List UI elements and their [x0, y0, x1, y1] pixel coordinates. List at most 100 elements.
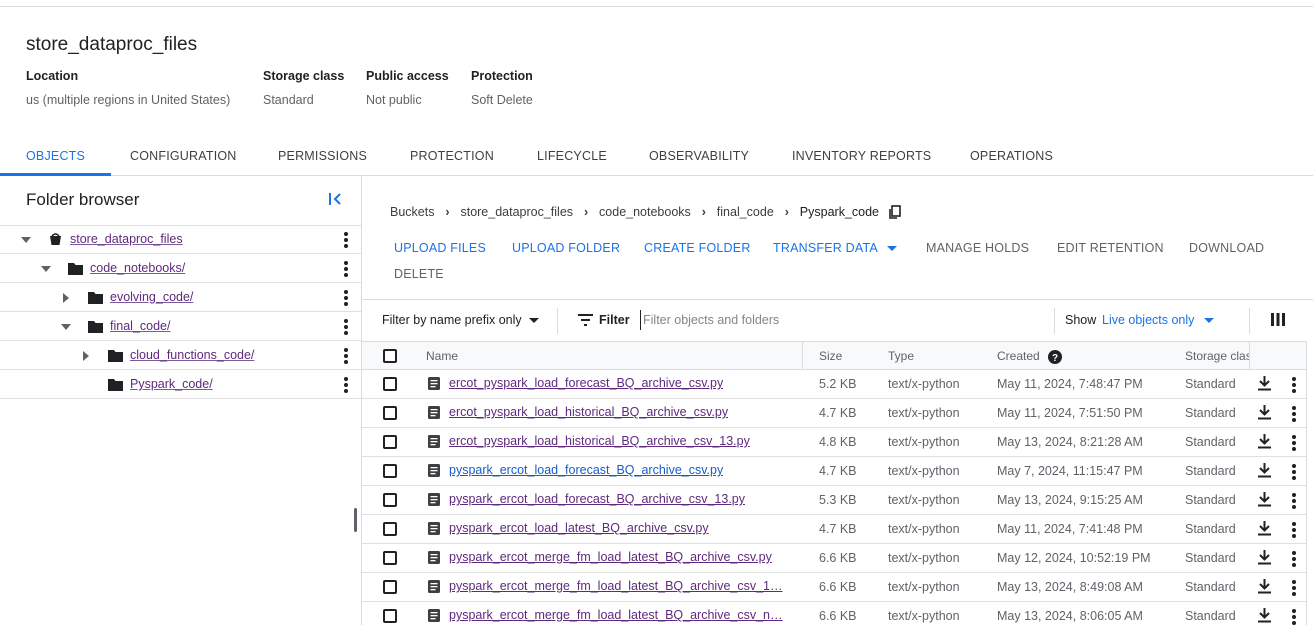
download-icon[interactable]	[1258, 434, 1271, 449]
column-header-type[interactable]: Type	[888, 349, 914, 363]
table-row[interactable]: pyspark_ercot_merge_fm_load_latest_BQ_ar…	[362, 544, 1306, 573]
transfer-data-button[interactable]: TRANSFER DATA	[773, 241, 897, 255]
tab-configuration[interactable]: CONFIGURATION	[130, 140, 237, 176]
tab-observability[interactable]: OBSERVABILITY	[649, 140, 749, 176]
column-header-size[interactable]: Size	[819, 349, 842, 363]
file-name-link[interactable]: pyspark_ercot_load_forecast_BQ_archive_c…	[449, 463, 723, 477]
copy-path-icon[interactable]	[888, 204, 902, 219]
row-checkbox[interactable]	[383, 435, 397, 449]
caret-right-icon[interactable]	[60, 292, 72, 304]
download-icon[interactable]	[1258, 463, 1271, 478]
tab-operations[interactable]: OPERATIONS	[970, 140, 1053, 176]
help-icon[interactable]: ?	[1048, 349, 1063, 364]
column-header-storage-class[interactable]: Storage clas	[1185, 349, 1249, 363]
caret-right-icon[interactable]	[80, 350, 92, 362]
tree-item-final-code[interactable]: final_code/	[0, 312, 361, 341]
row-checkbox[interactable]	[383, 464, 397, 478]
filter-mode-select[interactable]: Filter by name prefix only	[382, 313, 540, 327]
row-checkbox[interactable]	[383, 522, 397, 536]
select-all-checkbox[interactable]	[383, 349, 397, 363]
download-icon[interactable]	[1258, 579, 1271, 594]
more-options-icon[interactable]	[1292, 435, 1296, 451]
tree-item-evolving-code[interactable]: evolving_code/	[0, 283, 361, 312]
tree-item-pyspark-code[interactable]: Pyspark_code/	[0, 370, 361, 399]
more-options-icon[interactable]	[344, 261, 350, 277]
download-icon[interactable]	[1258, 550, 1271, 565]
caret-down-icon[interactable]	[40, 263, 52, 275]
download-icon[interactable]	[1258, 492, 1271, 507]
more-options-icon[interactable]	[1292, 406, 1296, 422]
tree-item-label[interactable]: final_code/	[110, 319, 170, 333]
file-name-link[interactable]: pyspark_ercot_load_latest_BQ_archive_csv…	[449, 521, 709, 535]
more-options-icon[interactable]	[1292, 522, 1296, 538]
row-checkbox[interactable]	[383, 377, 397, 391]
column-display-icon[interactable]	[1271, 313, 1285, 326]
file-name-link[interactable]: pyspark_ercot_merge_fm_load_latest_BQ_ar…	[449, 550, 772, 564]
tab-inventory-reports[interactable]: INVENTORY REPORTS	[792, 140, 931, 176]
edit-retention-button[interactable]: EDIT RETENTION	[1057, 241, 1164, 255]
breadcrumb-buckets[interactable]: Buckets	[390, 205, 434, 219]
filter-input[interactable]	[640, 310, 1030, 330]
more-options-icon[interactable]	[1292, 551, 1296, 567]
table-row[interactable]: ercot_pyspark_load_historical_BQ_archive…	[362, 399, 1306, 428]
download-icon[interactable]	[1258, 608, 1271, 623]
table-row[interactable]: ercot_pyspark_load_historical_BQ_archive…	[362, 428, 1306, 457]
more-options-icon[interactable]	[344, 290, 350, 306]
manage-holds-button[interactable]: MANAGE HOLDS	[926, 241, 1029, 255]
tree-item-label[interactable]: evolving_code/	[110, 290, 193, 304]
more-options-icon[interactable]	[1292, 580, 1296, 596]
tab-permissions[interactable]: PERMISSIONS	[278, 140, 367, 176]
tree-item-label[interactable]: store_dataproc_files	[70, 232, 183, 246]
tree-item-code-notebooks[interactable]: code_notebooks/	[0, 254, 361, 283]
tab-objects[interactable]: OBJECTS	[0, 140, 112, 176]
more-options-icon[interactable]	[1292, 609, 1296, 625]
file-name-link[interactable]: pyspark_ercot_load_forecast_BQ_archive_c…	[449, 492, 745, 506]
tab-protection[interactable]: PROTECTION	[410, 140, 494, 176]
file-name-link[interactable]: ercot_pyspark_load_historical_BQ_archive…	[449, 434, 750, 448]
tab-lifecycle[interactable]: LIFECYCLE	[537, 140, 607, 176]
table-row[interactable]: pyspark_ercot_load_latest_BQ_archive_csv…	[362, 515, 1306, 544]
panel-resize-handle[interactable]	[354, 508, 357, 532]
delete-button[interactable]: DELETE	[394, 267, 444, 281]
file-name-link[interactable]: pyspark_ercot_merge_fm_load_latest_BQ_ar…	[449, 608, 783, 622]
column-header-created[interactable]: Created ?	[997, 349, 1063, 364]
tree-item-store-dataproc-files[interactable]: store_dataproc_files	[0, 225, 361, 254]
caret-down-icon[interactable]	[60, 321, 72, 333]
row-checkbox[interactable]	[383, 493, 397, 507]
tree-item-label[interactable]: code_notebooks/	[90, 261, 185, 275]
table-row[interactable]: pyspark_ercot_load_forecast_BQ_archive_c…	[362, 486, 1306, 515]
breadcrumb-bucket[interactable]: store_dataproc_files	[460, 205, 573, 219]
caret-down-icon[interactable]	[20, 234, 32, 246]
column-header-name[interactable]: Name	[426, 349, 458, 363]
create-folder-button[interactable]: CREATE FOLDER	[644, 241, 751, 255]
file-name-link[interactable]: ercot_pyspark_load_historical_BQ_archive…	[449, 405, 728, 419]
row-checkbox[interactable]	[383, 580, 397, 594]
tree-item-label[interactable]: cloud_functions_code/	[130, 348, 254, 362]
show-objects-select[interactable]: Live objects only	[1102, 313, 1214, 327]
table-row[interactable]: pyspark_ercot_merge_fm_load_latest_BQ_ar…	[362, 602, 1306, 625]
tree-item-cloud-functions-code[interactable]: cloud_functions_code/	[0, 341, 361, 370]
table-row[interactable]: pyspark_ercot_merge_fm_load_latest_BQ_ar…	[362, 573, 1306, 602]
row-checkbox[interactable]	[383, 609, 397, 623]
collapse-panel-icon[interactable]	[326, 190, 344, 208]
more-options-icon[interactable]	[1292, 493, 1296, 509]
download-button[interactable]: DOWNLOAD	[1189, 241, 1264, 255]
tree-item-label[interactable]: Pyspark_code/	[130, 377, 213, 391]
file-name-link[interactable]: ercot_pyspark_load_forecast_BQ_archive_c…	[449, 376, 723, 390]
upload-files-button[interactable]: UPLOAD FILES	[394, 241, 486, 255]
more-options-icon[interactable]	[344, 319, 350, 335]
file-name-link[interactable]: pyspark_ercot_merge_fm_load_latest_BQ_ar…	[449, 579, 783, 593]
breadcrumb-final-code[interactable]: final_code	[717, 205, 774, 219]
download-icon[interactable]	[1258, 405, 1271, 420]
download-icon[interactable]	[1258, 376, 1271, 391]
table-row[interactable]: pyspark_ercot_load_forecast_BQ_archive_c…	[362, 457, 1306, 486]
row-checkbox[interactable]	[383, 551, 397, 565]
more-options-icon[interactable]	[344, 377, 350, 393]
table-row[interactable]: ercot_pyspark_load_forecast_BQ_archive_c…	[362, 370, 1306, 399]
more-options-icon[interactable]	[344, 232, 350, 248]
breadcrumb-code-notebooks[interactable]: code_notebooks	[599, 205, 691, 219]
more-options-icon[interactable]	[1292, 377, 1296, 393]
download-icon[interactable]	[1258, 521, 1271, 536]
upload-folder-button[interactable]: UPLOAD FOLDER	[512, 241, 620, 255]
row-checkbox[interactable]	[383, 406, 397, 420]
